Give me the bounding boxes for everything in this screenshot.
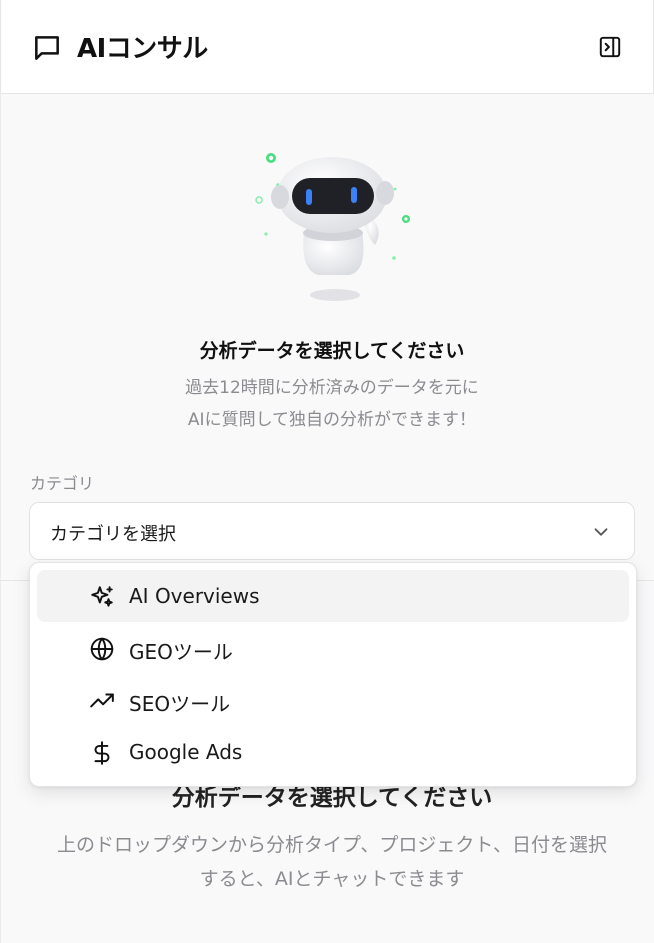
- app-header: AIコンサル: [0, 0, 654, 94]
- category-label: カテゴリ: [30, 474, 95, 493]
- trending-up-icon: [88, 687, 116, 715]
- empty-state-description-line: 上のドロップダウンから分析タイプ、プロジェクト、日付を選択: [56, 834, 608, 856]
- hero-description: 過去12時間に分析済みのデータを元に AIに質問して独自の分析ができます！: [0, 372, 654, 436]
- menu-item-geo-tool[interactable]: GEOツール: [37, 622, 629, 674]
- category-dropdown-menu: AI Overviews GEOツール SEOツール Google Ads: [29, 562, 637, 787]
- hero-description-line: 過去12時間に分析済みのデータを元に: [185, 378, 479, 398]
- page-title: AIコンサル: [77, 34, 208, 64]
- menu-item-seo-tool[interactable]: SEOツール: [37, 674, 629, 726]
- hero-description-line: AIに質問して独自の分析ができます！: [187, 410, 477, 430]
- menu-item-label: AI Overviews: [129, 584, 260, 608]
- empty-state-description-line: すると、AIとチャットできます: [199, 868, 465, 890]
- menu-item-ai-overviews[interactable]: AI Overviews: [37, 570, 629, 622]
- menu-item-label: SEOツール: [129, 692, 231, 716]
- message-square-icon: [35, 36, 59, 60]
- menu-item-label: Google Ads: [129, 740, 243, 764]
- panel-collapse-icon: [599, 36, 621, 58]
- dollar-sign-icon: [88, 739, 116, 767]
- category-select-value: カテゴリを選択: [50, 524, 176, 545]
- globe-icon: [88, 635, 116, 663]
- hero-title: 分析データを選択してください: [199, 340, 465, 362]
- sparkles-icon: [88, 583, 116, 611]
- collapse-panel-button[interactable]: [595, 32, 625, 62]
- menu-item-google-ads[interactable]: Google Ads: [37, 726, 629, 778]
- panel-border: [0, 94, 1, 943]
- menu-item-label: GEOツール: [129, 640, 233, 664]
- category-select[interactable]: カテゴリを選択: [29, 502, 635, 560]
- empty-state-description: 上のドロップダウンから分析タイプ、プロジェクト、日付を選択 すると、AIとチャッ…: [0, 828, 654, 896]
- robot-illustration: [255, 153, 410, 301]
- chevron-down-icon: [594, 528, 608, 536]
